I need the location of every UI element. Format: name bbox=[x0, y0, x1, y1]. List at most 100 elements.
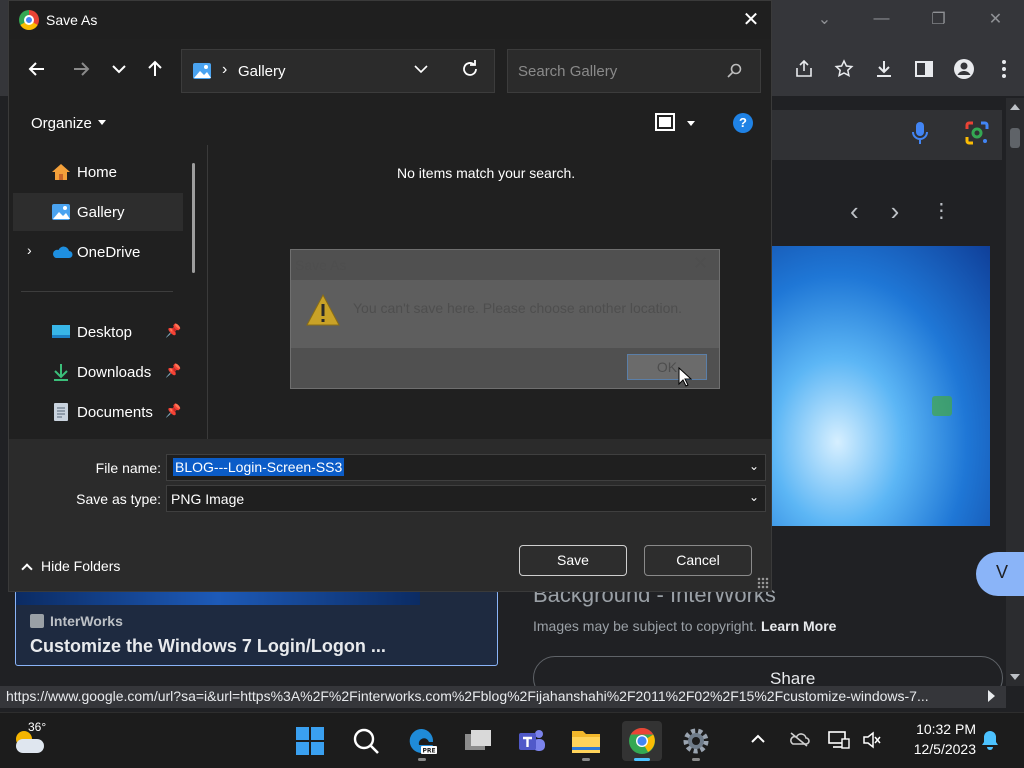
sidebar-item-onedrive[interactable]: › OneDrive bbox=[13, 233, 183, 271]
save-type-dropdown-icon[interactable]: ⌄ bbox=[749, 490, 759, 504]
pin-icon: 📌 bbox=[165, 363, 182, 378]
system-clock[interactable]: 10:32 PM 12/5/2023 bbox=[896, 719, 976, 759]
minimize-icon[interactable]: — bbox=[853, 0, 910, 38]
dialog-titlebar: Save As ✕ bbox=[9, 1, 771, 39]
taskbar-file-explorer[interactable] bbox=[566, 721, 606, 761]
result-thumbnail bbox=[16, 591, 420, 605]
documents-icon bbox=[51, 402, 71, 422]
download-icon[interactable] bbox=[864, 59, 904, 79]
breadcrumb-gallery[interactable]: Gallery bbox=[238, 63, 286, 80]
search-box bbox=[507, 49, 761, 93]
google-lens-icon[interactable] bbox=[964, 120, 990, 151]
chrome-icon bbox=[629, 727, 655, 754]
taskbar-teams[interactable] bbox=[512, 721, 552, 761]
search-icon[interactable] bbox=[726, 63, 742, 84]
view-dropdown-icon[interactable] bbox=[687, 121, 695, 126]
weather-widget[interactable]: 36° bbox=[10, 720, 50, 757]
save-type-select[interactable]: PNG Image ⌄ bbox=[166, 485, 766, 512]
taskbar-settings[interactable] bbox=[676, 721, 716, 761]
active-indicator bbox=[634, 758, 650, 761]
learn-more-link[interactable]: Learn More bbox=[761, 618, 836, 634]
next-image-icon[interactable]: › bbox=[891, 196, 900, 227]
windows-logo-icon bbox=[932, 396, 952, 416]
search-result-card[interactable]: InterWorks Customize the Windows 7 Login… bbox=[15, 590, 498, 666]
navigation-pane-scrollbar[interactable] bbox=[192, 163, 195, 273]
tab-search-icon[interactable]: ⌄ bbox=[796, 0, 853, 38]
onedrive-tray-icon[interactable] bbox=[788, 731, 810, 750]
address-dropdown-icon[interactable] bbox=[414, 61, 428, 79]
profile-icon[interactable] bbox=[944, 58, 984, 80]
save-button[interactable]: Save bbox=[519, 545, 627, 576]
help-icon[interactable]: ? bbox=[733, 113, 753, 133]
preview-image[interactable] bbox=[772, 246, 990, 526]
menu-kebab-icon[interactable] bbox=[984, 59, 1024, 79]
organize-menu[interactable]: Organize bbox=[31, 115, 106, 132]
pin-icon: 📌 bbox=[165, 323, 182, 338]
scroll-up-icon[interactable] bbox=[1010, 104, 1020, 110]
running-indicator bbox=[692, 758, 700, 761]
back-arrow-icon[interactable] bbox=[21, 53, 53, 85]
mouse-cursor-icon bbox=[678, 366, 693, 392]
task-view-icon bbox=[465, 730, 491, 750]
tray-overflow-icon[interactable] bbox=[750, 731, 766, 747]
volume-muted-icon[interactable] bbox=[862, 731, 882, 752]
copyright-notice: Images may be subject to copyright. Lear… bbox=[533, 618, 837, 634]
search-input[interactable] bbox=[509, 51, 709, 91]
microphone-icon[interactable] bbox=[912, 120, 928, 151]
taskbar-task-view[interactable] bbox=[458, 721, 498, 761]
refresh-icon[interactable] bbox=[460, 59, 480, 85]
dialog-close-icon[interactable]: ✕ bbox=[731, 5, 771, 35]
view-layout-icon[interactable] bbox=[655, 113, 675, 131]
notifications-bell-icon[interactable] bbox=[980, 729, 1000, 754]
page-scrollbar[interactable] bbox=[1006, 98, 1024, 686]
error-message-box: Save As ✕ You can't save here. Please ch… bbox=[290, 249, 720, 389]
file-name-field[interactable]: BLOG---Login-Screen-SS3 ⌄ bbox=[166, 454, 766, 481]
message-box-close-icon[interactable]: ✕ bbox=[693, 253, 708, 274]
recent-locations-icon[interactable] bbox=[103, 53, 135, 85]
browser-toolbar-actions bbox=[784, 50, 1024, 88]
hide-folders-toggle[interactable]: Hide Folders bbox=[21, 558, 120, 575]
taskbar-search[interactable] bbox=[346, 721, 386, 761]
google-search-bar[interactable] bbox=[772, 110, 1002, 160]
status-url-bar: https://www.google.com/url?sa=i&url=http… bbox=[0, 686, 1006, 708]
breadcrumb-chevron-icon[interactable]: › bbox=[222, 61, 227, 79]
site-favicon-icon bbox=[30, 614, 44, 628]
more-options-icon[interactable]: ⋮ bbox=[931, 196, 951, 227]
expand-chevron-icon[interactable]: › bbox=[27, 242, 32, 258]
gallery-icon bbox=[192, 62, 212, 85]
cancel-button[interactable]: Cancel bbox=[644, 545, 752, 576]
resize-grip[interactable] bbox=[757, 577, 769, 589]
sidebar-item-desktop[interactable]: Desktop 📌 bbox=[13, 313, 183, 351]
chrome-logo-icon bbox=[19, 10, 39, 30]
up-arrow-icon[interactable] bbox=[139, 53, 171, 85]
file-name-dropdown-icon[interactable]: ⌄ bbox=[749, 459, 759, 473]
side-panel-icon[interactable] bbox=[904, 59, 944, 79]
scroll-thumb[interactable] bbox=[1010, 128, 1020, 148]
scroll-down-icon[interactable] bbox=[1010, 674, 1020, 680]
running-indicator bbox=[418, 758, 426, 761]
restore-icon[interactable]: ❐ bbox=[910, 0, 967, 38]
bookmark-star-icon[interactable] bbox=[824, 59, 864, 79]
start-button[interactable] bbox=[290, 721, 330, 761]
dialog-title: Save As bbox=[46, 12, 98, 28]
sidebar-item-gallery[interactable]: Gallery bbox=[13, 193, 183, 231]
sidebar-item-home[interactable]: Home bbox=[13, 153, 183, 191]
network-icon[interactable] bbox=[828, 731, 850, 752]
prev-image-icon[interactable]: ‹ bbox=[850, 196, 859, 227]
navigation-pane: Home Gallery › OneDrive Desktop 📌 Downlo… bbox=[9, 145, 209, 439]
ok-button[interactable]: OK bbox=[627, 354, 707, 380]
navigation-bar: › Gallery bbox=[9, 39, 771, 101]
forward-arrow-icon[interactable] bbox=[65, 53, 97, 85]
taskbar-edge-pre[interactable]: PRE bbox=[402, 721, 442, 761]
onedrive-cloud-icon bbox=[51, 242, 73, 262]
dialog-footer: File name: BLOG---Login-Screen-SS3 ⌄ Sav… bbox=[9, 439, 771, 591]
visit-button[interactable]: V bbox=[976, 552, 1024, 596]
file-name-input[interactable]: BLOG---Login-Screen-SS3 bbox=[173, 458, 345, 476]
sidebar-item-downloads[interactable]: Downloads 📌 bbox=[13, 353, 183, 391]
taskbar-chrome[interactable] bbox=[622, 721, 662, 761]
share-page-icon[interactable] bbox=[784, 59, 824, 79]
close-window-icon[interactable]: ✕ bbox=[967, 0, 1024, 38]
pane-divider[interactable] bbox=[207, 145, 208, 439]
address-bar[interactable]: › Gallery bbox=[181, 49, 495, 93]
sidebar-item-documents[interactable]: Documents 📌 bbox=[13, 393, 183, 431]
